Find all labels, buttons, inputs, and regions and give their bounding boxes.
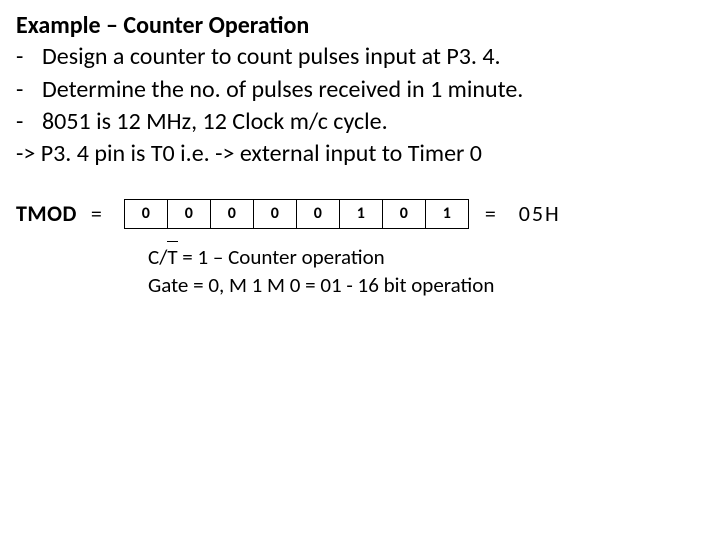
slide-title: Example – Counter Operation (16, 10, 704, 41)
bullet-dash-icon: - (16, 106, 42, 138)
tmod-hex: 05H (519, 200, 561, 227)
tmod-notes: C/T = 1 – Counter operation Gate = 0, M … (148, 243, 704, 300)
t-overbar: T (167, 243, 177, 271)
tmod-bit: 0 (253, 199, 296, 228)
bullet-dash-icon: - (16, 41, 42, 73)
bullet-text: Determine the no. of pulses received in … (42, 74, 523, 106)
list-item: - Determine the no. of pulses received i… (16, 74, 704, 106)
tmod-bit: 0 (124, 199, 167, 228)
tmod-bit: 1 (339, 199, 382, 228)
list-item: - Design a counter to count pulses input… (16, 41, 704, 73)
bullet-text: 8051 is 12 MHz, 12 Clock m/c cycle. (42, 106, 388, 138)
tmod-label: TMOD (16, 200, 77, 227)
tmod-bit: 0 (382, 199, 425, 228)
bullet-dash-icon: - (16, 74, 42, 106)
bullet-text: Design a counter to count pulses input a… (42, 41, 501, 73)
tmod-value: = 05H (485, 200, 561, 227)
tmod-row: TMOD = 0 0 0 0 0 1 0 1 = 05H (16, 199, 704, 229)
tmod-bit-table: 0 0 0 0 0 1 0 1 (124, 199, 469, 229)
bullet-list: - Design a counter to count pulses input… (16, 41, 704, 171)
ct-prefix: C/ (148, 244, 167, 270)
slide: Example – Counter Operation - Design a c… (0, 0, 720, 540)
equals-right: = (485, 200, 498, 227)
gate-note: Gate = 0, M 1 M 0 = 01 - 16 bit operatio… (148, 271, 704, 299)
tmod-bit: 0 (167, 199, 210, 228)
ct-suffix: = 1 – Counter operation (178, 244, 385, 270)
list-item: - 8051 is 12 MHz, 12 Clock m/c cycle. (16, 106, 704, 138)
equals-left: = (91, 200, 102, 227)
tmod-bit: 1 (425, 199, 468, 228)
tmod-bit: 0 (296, 199, 339, 228)
ct-note: C/T = 1 – Counter operation (148, 243, 704, 271)
tmod-bit: 0 (210, 199, 253, 228)
arrow-line: -> P3. 4 pin is T0 i.e. -> external inpu… (16, 138, 704, 170)
